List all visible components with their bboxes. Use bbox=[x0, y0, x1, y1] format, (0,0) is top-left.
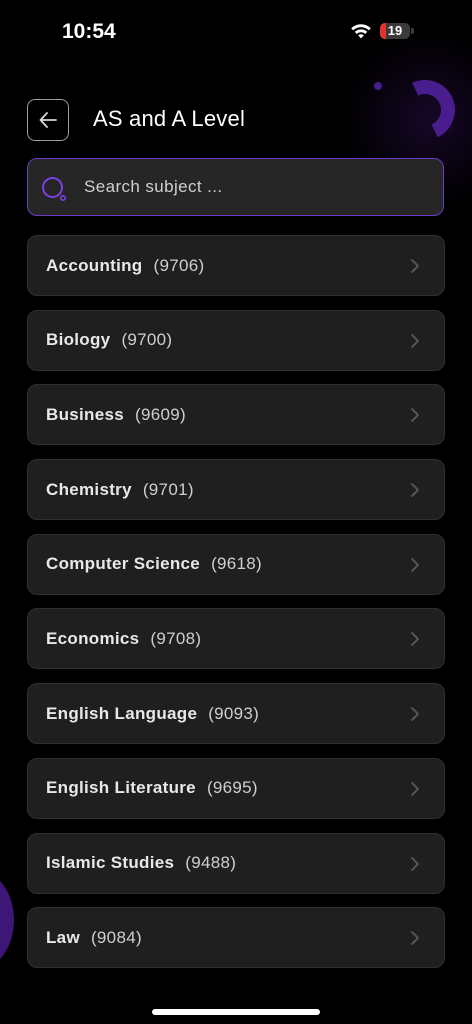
subject-code: (9488) bbox=[185, 853, 237, 872]
search-input[interactable] bbox=[84, 159, 424, 214]
chevron-right-icon bbox=[411, 931, 419, 946]
page-title: AS and A Level bbox=[93, 106, 246, 131]
subject-name: English Literature bbox=[46, 778, 196, 798]
back-button[interactable] bbox=[27, 99, 69, 141]
subject-item-islamic-studies[interactable]: Islamic Studies (9488) bbox=[27, 832, 445, 894]
status-time: 10:54 bbox=[62, 20, 116, 43]
decorative-dot bbox=[374, 82, 382, 90]
battery-icon: 19 bbox=[380, 23, 410, 39]
wifi-icon bbox=[351, 24, 371, 39]
subject-list: Accounting (9706) Biology (9700) Busines… bbox=[27, 235, 445, 982]
decorative-ring-bottom bbox=[0, 870, 14, 970]
subject-item-economics[interactable]: Economics (9708) bbox=[27, 608, 445, 670]
battery-nub bbox=[411, 28, 414, 34]
chevron-right-icon bbox=[411, 781, 419, 796]
subject-code: (9093) bbox=[208, 703, 260, 723]
subject-name: Accounting bbox=[46, 255, 143, 275]
chevron-right-icon bbox=[411, 557, 419, 572]
subject-code: (9084) bbox=[90, 927, 142, 947]
subject-code: (9700) bbox=[121, 330, 173, 350]
subject-code: (9609) bbox=[135, 404, 186, 424]
subject-item-computer-science[interactable]: Computer Science (9618) bbox=[27, 533, 445, 595]
chevron-right-icon bbox=[411, 707, 419, 722]
battery-level: 19 bbox=[387, 23, 403, 38]
arrow-left-icon bbox=[39, 112, 57, 128]
subject-code: (9618) bbox=[211, 554, 263, 574]
subject-item-chemistry[interactable]: Chemistry (9701) bbox=[27, 459, 445, 521]
chevron-right-icon bbox=[411, 259, 419, 273]
subject-name: Computer Science bbox=[46, 554, 201, 574]
subject-name: English Language bbox=[46, 703, 198, 723]
subject-item-biology[interactable]: Biology (9700) bbox=[27, 309, 445, 371]
chevron-right-icon bbox=[411, 856, 419, 871]
subject-item-business[interactable]: Business (9609) bbox=[27, 384, 445, 446]
chevron-right-icon bbox=[411, 483, 419, 497]
chevron-right-icon bbox=[411, 408, 419, 423]
subject-item-accounting[interactable]: Accounting (9706) bbox=[27, 235, 445, 296]
subject-name: Biology bbox=[46, 330, 111, 350]
subject-item-english-literature[interactable]: English Literature (9695) bbox=[27, 757, 445, 819]
subject-name: Islamic Studies bbox=[46, 853, 175, 872]
subject-item-english-language[interactable]: English Language (9093) bbox=[27, 683, 445, 745]
subject-name: Chemistry bbox=[46, 479, 132, 499]
subject-code: (9706) bbox=[153, 255, 205, 275]
home-indicator[interactable] bbox=[152, 1009, 320, 1015]
subject-name: Business bbox=[46, 404, 124, 424]
subjects-screen: 10:54 19 AS and A Level Accounting (9706… bbox=[0, 0, 472, 1024]
status-bar: 10:54 19 bbox=[0, 0, 472, 64]
subject-code: (9708) bbox=[150, 628, 202, 648]
subject-code: (9701) bbox=[142, 479, 194, 499]
chevron-right-icon bbox=[411, 632, 419, 647]
search-icon bbox=[42, 177, 66, 201]
subject-name: Law bbox=[46, 927, 80, 947]
search-box[interactable] bbox=[27, 158, 444, 216]
subject-item-law[interactable]: Law (9084) bbox=[27, 907, 445, 969]
subject-code: (9695) bbox=[206, 778, 258, 798]
subject-name: Economics bbox=[46, 628, 140, 648]
chevron-right-icon bbox=[411, 333, 419, 348]
